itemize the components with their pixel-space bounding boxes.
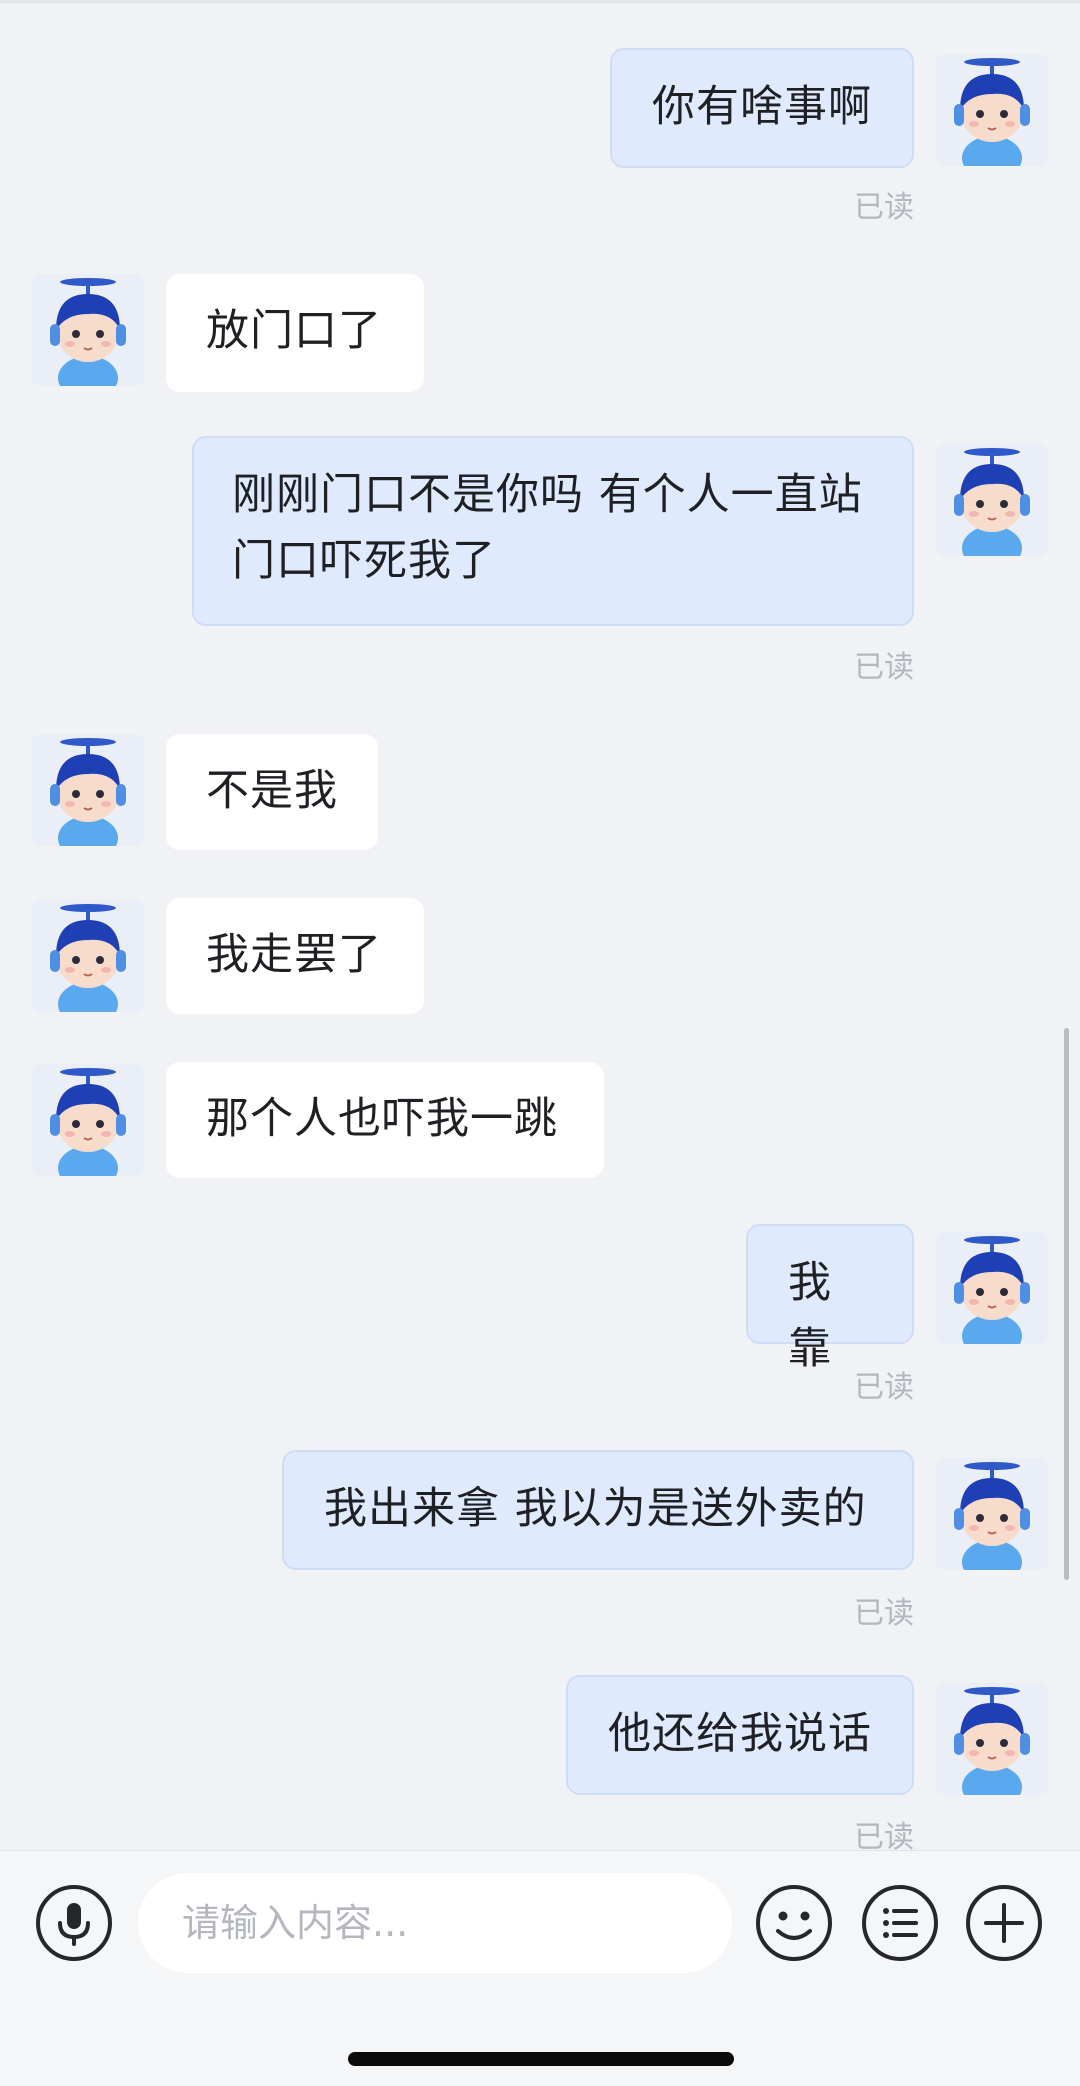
input-bar [0,1850,1080,2086]
avatar-self[interactable] [936,444,1048,556]
voice-button[interactable] [34,1883,114,1963]
avatar-character-icon [32,274,144,386]
chat-screen: 你有啥事啊 已读 放门口了 刚刚门口不是你吗 有个人一直站 门口吓死我了 已读 … [0,0,1080,2086]
read-status: 已读 [854,190,914,225]
emoji-button[interactable] [754,1883,834,1963]
message-text: 我出来拿 我以为是送外卖的 [324,1484,867,1534]
read-status: 已读 [854,1370,914,1405]
message-bubble-incoming[interactable]: 我走罢了 [166,898,424,1014]
avatar-self[interactable] [936,54,1048,166]
message-bubble-incoming[interactable]: 不是我 [166,734,378,850]
message-bubble-outgoing[interactable]: 我靠 [746,1224,914,1374]
avatar-character-icon [936,54,1048,166]
avatar-character-icon [32,1064,144,1176]
avatar-character-icon [936,1232,1048,1344]
list-icon [862,1885,938,1961]
message-text: 不是我 [206,766,338,816]
menu-button[interactable] [860,1883,940,1963]
message-input[interactable] [138,1873,732,1973]
message-text-line-2: 门口吓死我了 [232,536,496,586]
message-text-line-1: 刚刚门口不是你吗 有个人一直站 [232,470,863,520]
avatar-character-icon [936,1683,1048,1795]
avatar-character-icon [32,900,144,1012]
message-text: 我靠 [788,1258,832,1374]
message-bubble-outgoing[interactable]: 我出来拿 我以为是送外卖的 [282,1450,914,1570]
microphone-icon [36,1885,112,1961]
avatar-contact[interactable] [32,1064,144,1176]
avatar-self[interactable] [936,1232,1048,1344]
avatar-contact[interactable] [32,900,144,1012]
message-bubble-incoming[interactable]: 放门口了 [166,274,424,392]
avatar-character-icon [936,1458,1048,1570]
smiley-icon [756,1885,832,1961]
message-bubble-outgoing[interactable]: 你有啥事啊 [610,48,914,168]
message-bubble-incoming[interactable]: 那个人也吓我一跳 [166,1062,604,1178]
avatar-contact[interactable] [32,274,144,386]
message-text: 我走罢了 [206,930,382,980]
more-button[interactable] [964,1883,1044,1963]
avatar-self[interactable] [936,1683,1048,1795]
message-bubble-outgoing[interactable]: 他还给我说话 [566,1675,914,1795]
read-status: 已读 [854,1596,914,1631]
message-text: 那个人也吓我一跳 [206,1094,558,1144]
avatar-contact[interactable] [32,734,144,846]
avatar-self[interactable] [936,1458,1048,1570]
message-text: 他还给我说话 [608,1709,872,1759]
plus-icon [966,1885,1042,1961]
read-status: 已读 [854,650,914,685]
avatar-character-icon [936,444,1048,556]
message-text: 放门口了 [206,306,382,356]
home-indicator [348,2052,734,2066]
scrollbar[interactable] [1064,1028,1069,1580]
message-list[interactable]: 你有啥事啊 已读 放门口了 刚刚门口不是你吗 有个人一直站 门口吓死我了 已读 … [0,0,1080,1850]
message-bubble-outgoing[interactable]: 刚刚门口不是你吗 有个人一直站 门口吓死我了 [192,436,914,626]
avatar-character-icon [32,734,144,846]
read-status: 已读 [854,1820,914,1850]
message-text: 你有啥事啊 [652,82,872,132]
